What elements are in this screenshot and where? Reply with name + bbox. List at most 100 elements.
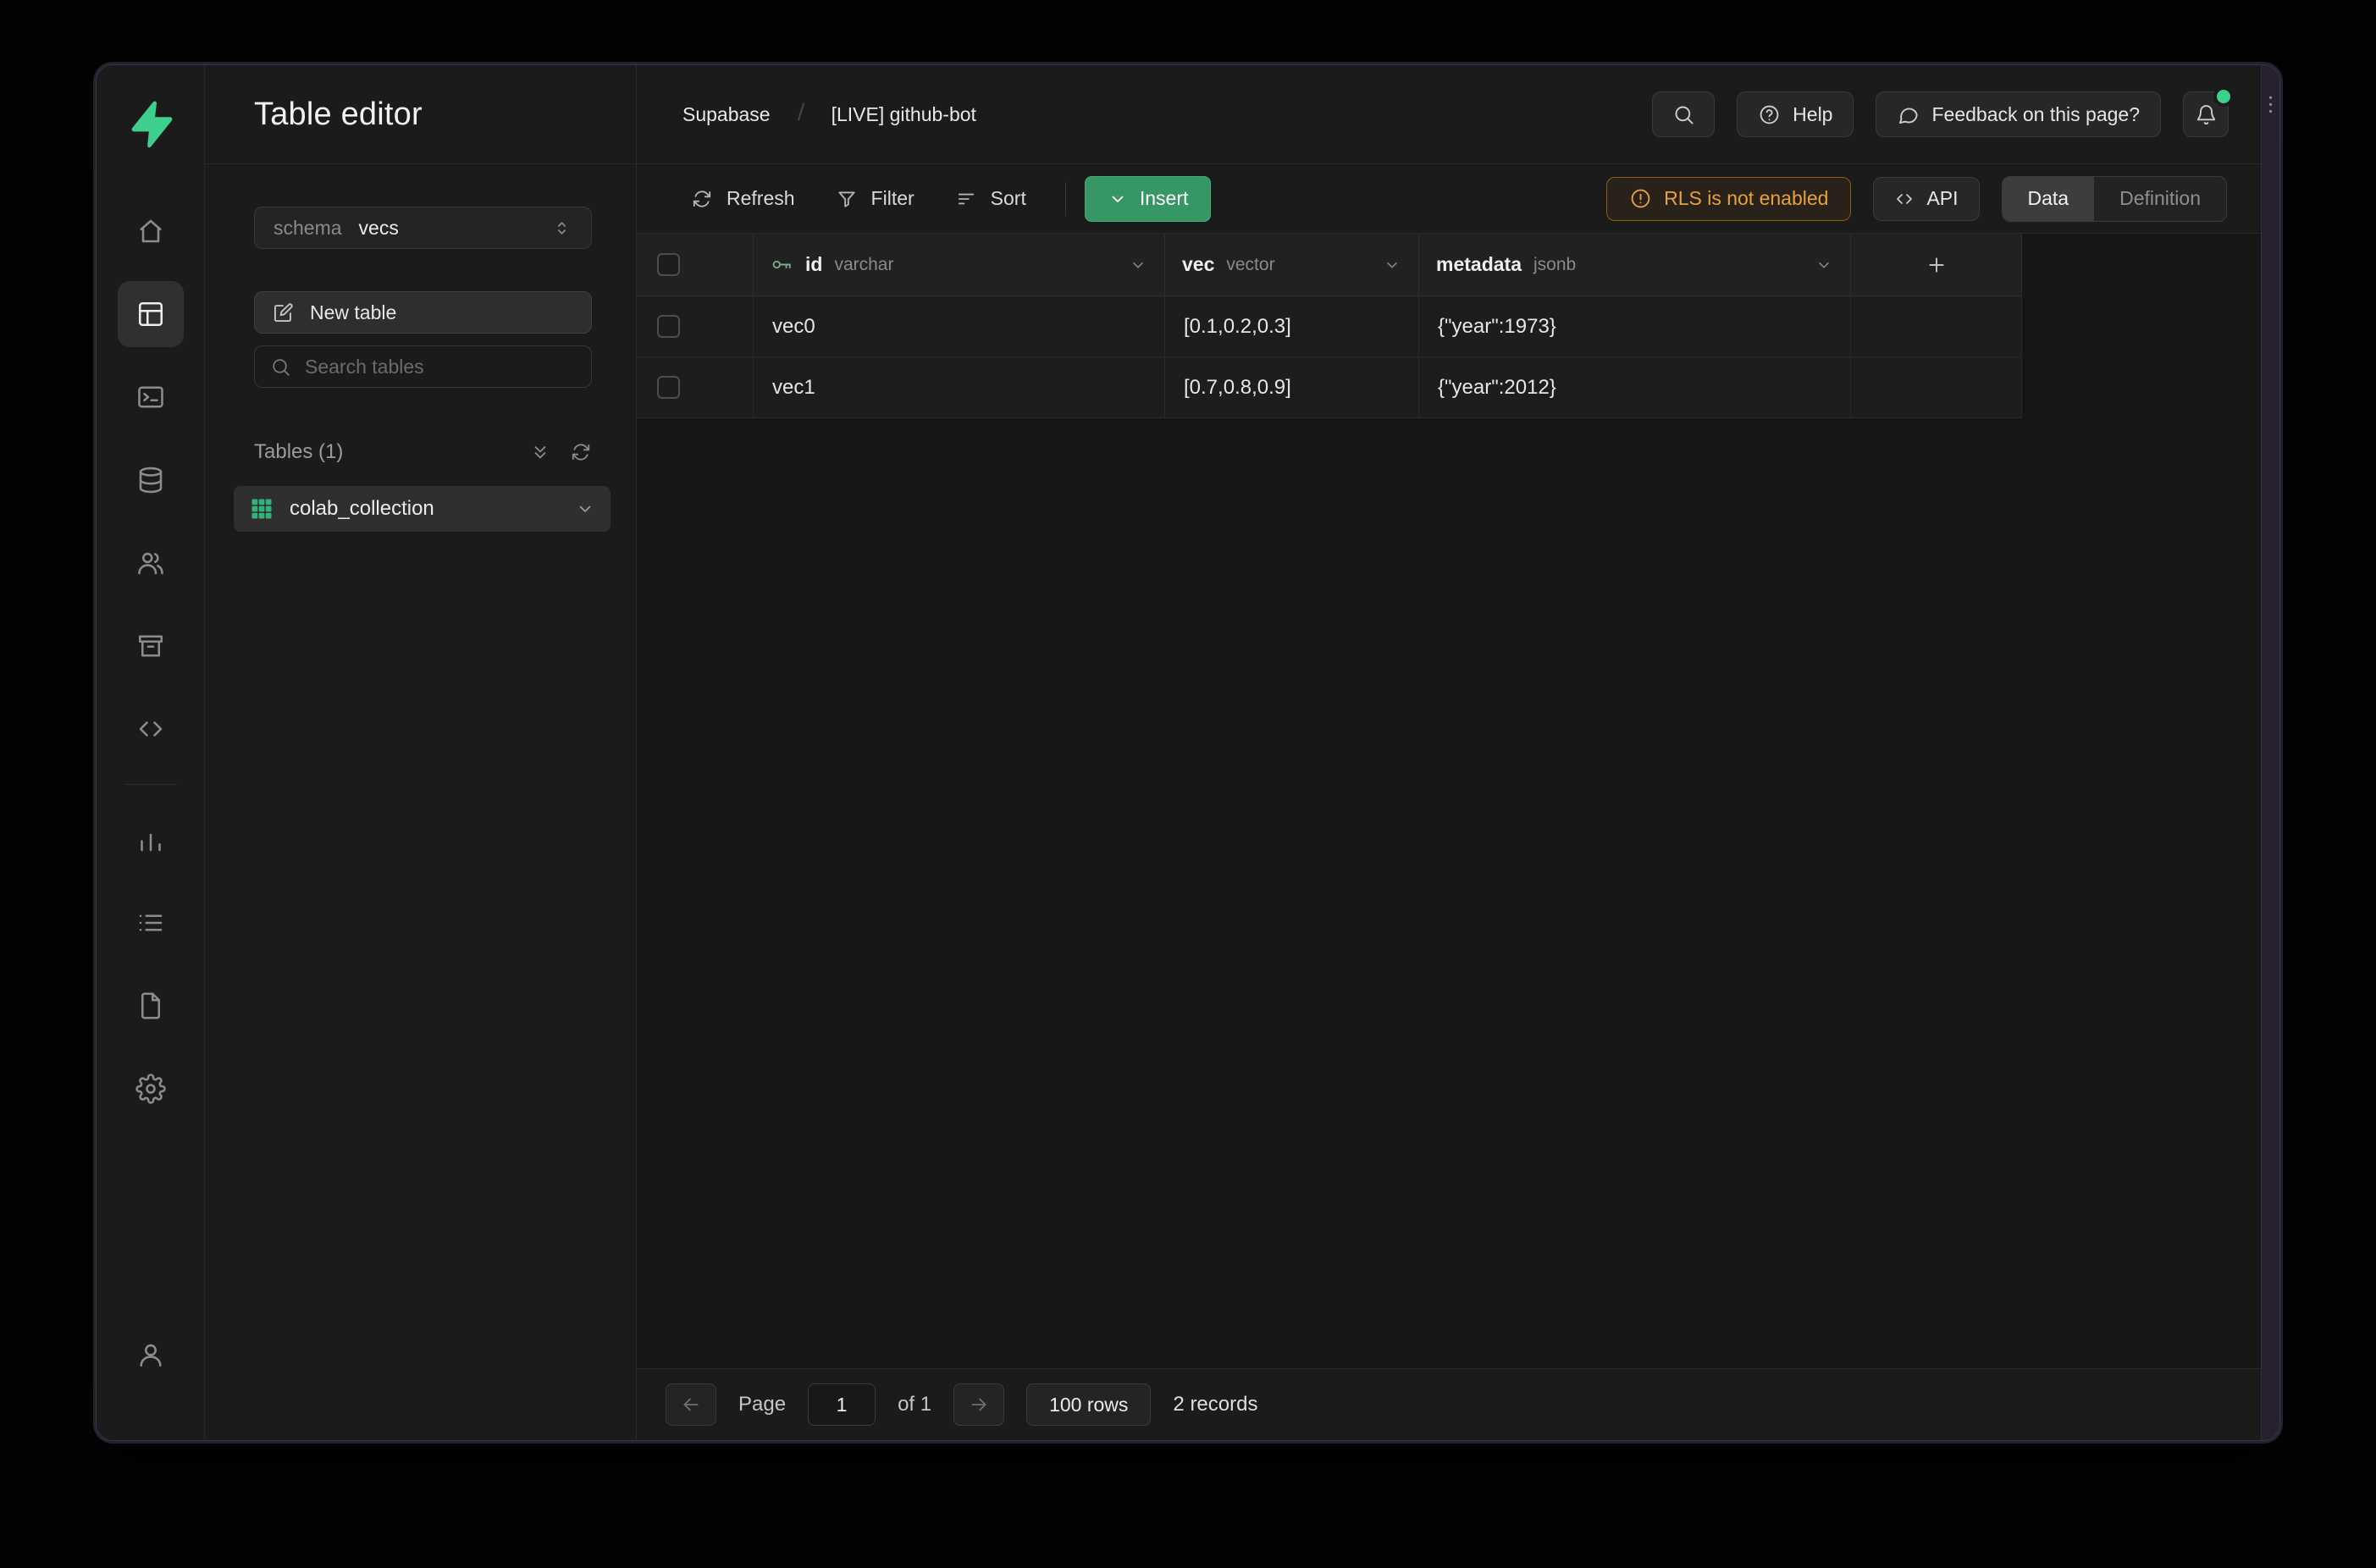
cell-id[interactable]: vec1 — [754, 357, 1165, 417]
sidebar-item-database[interactable] — [118, 447, 184, 513]
sidebar-item-home[interactable] — [118, 198, 184, 264]
filter-button[interactable]: Filter — [815, 175, 935, 223]
next-page-button[interactable] — [953, 1383, 1004, 1426]
table-row[interactable]: vec1 [0.7,0.8,0.9] {"year":2012} — [637, 357, 2022, 418]
sidebar-item-edge-functions[interactable] — [118, 696, 184, 762]
refresh-label: Refresh — [727, 187, 795, 210]
refresh-button[interactable]: Refresh — [671, 175, 815, 223]
arrow-right-icon — [968, 1394, 990, 1416]
edit-icon — [272, 301, 295, 324]
insert-button[interactable]: Insert — [1085, 176, 1212, 222]
sidebar-item-sql-editor[interactable] — [118, 364, 184, 430]
chevron-down-icon[interactable] — [1383, 256, 1401, 274]
cell-empty — [1851, 296, 2022, 356]
chevron-down-icon[interactable] — [575, 499, 595, 519]
primary-key-icon — [771, 253, 793, 276]
schema-label: schema — [274, 217, 342, 240]
tab-definition[interactable]: Definition — [2094, 177, 2226, 221]
sidebar-item-table-editor[interactable] — [118, 281, 184, 347]
list-icon — [135, 908, 166, 938]
table-grid-icon — [249, 496, 274, 522]
select-all-checkbox[interactable] — [657, 253, 680, 276]
arrow-left-icon — [680, 1394, 702, 1416]
help-circle-icon — [1758, 103, 1781, 126]
column-header-metadata[interactable]: metadata jsonb — [1419, 234, 1851, 295]
rls-warning-label: RLS is not enabled — [1664, 187, 1828, 210]
nav-rail — [97, 65, 205, 1440]
file-icon — [135, 991, 166, 1021]
row-checkbox[interactable] — [657, 315, 680, 338]
refresh-icon — [691, 188, 713, 210]
plus-icon — [1925, 253, 1948, 277]
column-header-vec[interactable]: vec vector — [1165, 234, 1419, 295]
tables-section-header: Tables (1) — [205, 440, 636, 464]
chevron-down-icon[interactable] — [1815, 256, 1833, 274]
breadcrumb-org[interactable]: Supabase — [682, 103, 771, 126]
refresh-tables-button[interactable] — [570, 441, 592, 463]
funnel-icon — [836, 188, 858, 210]
table-row[interactable]: vec0 [0.1,0.2,0.3] {"year":1973} — [637, 296, 2022, 357]
schema-select[interactable]: schema vecs — [254, 207, 592, 249]
sidebar-item-storage[interactable] — [118, 613, 184, 679]
sort-button[interactable]: Sort — [935, 175, 1047, 223]
users-icon — [135, 548, 166, 578]
more-options-icon[interactable] — [2264, 91, 2277, 124]
terminal-icon — [135, 382, 166, 412]
schema-value: vecs — [359, 217, 399, 240]
cell-vec[interactable]: [0.1,0.2,0.3] — [1165, 296, 1419, 356]
column-header-id[interactable]: id varchar — [754, 234, 1165, 295]
feedback-button[interactable]: Feedback on this page? — [1876, 91, 2161, 137]
new-table-button[interactable]: New table — [254, 291, 592, 334]
column-type: varchar — [834, 255, 893, 275]
table-editor-panel: Table editor schema vecs New table Table… — [205, 65, 637, 1440]
supabase-logo-icon[interactable] — [126, 99, 175, 152]
insert-label: Insert — [1140, 187, 1189, 210]
code-icon — [135, 714, 166, 744]
home-icon — [135, 216, 166, 246]
page-label: Page — [738, 1393, 786, 1416]
table-list-item[interactable]: colab_collection — [234, 486, 611, 532]
cell-metadata[interactable]: {"year":2012} — [1419, 357, 1851, 417]
chevron-down-icon[interactable] — [1129, 256, 1147, 274]
previous-page-button[interactable] — [666, 1383, 716, 1426]
rows-per-page-button[interactable]: 100 rows — [1026, 1383, 1151, 1426]
sidebar-item-logs[interactable] — [118, 890, 184, 956]
cell-id[interactable]: vec0 — [754, 296, 1165, 356]
column-name: id — [805, 253, 822, 276]
help-button[interactable]: Help — [1737, 91, 1854, 137]
speech-bubble-icon — [1897, 103, 1920, 126]
tab-data[interactable]: Data — [2003, 177, 2095, 221]
breadcrumb-separator — [789, 100, 813, 129]
breadcrumb-project[interactable]: [LIVE] github-bot — [832, 103, 976, 126]
search-tables-input[interactable] — [305, 356, 576, 378]
row-checkbox[interactable] — [657, 376, 680, 399]
api-button[interactable]: API — [1873, 177, 1979, 221]
feedback-label: Feedback on this page? — [1931, 103, 2140, 126]
tables-count-label: Tables (1) — [254, 440, 343, 464]
database-icon — [135, 465, 166, 495]
main-content: Supabase [LIVE] github-bot Help Feedback… — [637, 65, 2261, 1440]
grid-header-row: id varchar vec vector metadata jsonb — [637, 234, 2022, 296]
column-name: vec — [1182, 253, 1214, 276]
sidebar-item-settings[interactable] — [118, 1056, 184, 1122]
cell-vec[interactable]: [0.7,0.8,0.9] — [1165, 357, 1419, 417]
breadcrumb: Supabase [LIVE] github-bot — [682, 100, 976, 129]
notification-dot — [2213, 86, 2234, 107]
app-window: Table editor schema vecs New table Table… — [96, 64, 2280, 1441]
sidebar-item-reports[interactable] — [118, 807, 184, 873]
notifications-button[interactable] — [2183, 91, 2229, 137]
sidebar-item-docs[interactable] — [118, 973, 184, 1039]
global-search-button[interactable] — [1652, 91, 1715, 137]
add-column-button[interactable] — [1851, 234, 2022, 295]
rls-warning-badge[interactable]: RLS is not enabled — [1606, 177, 1851, 221]
page-number-input[interactable] — [808, 1383, 876, 1426]
collapse-all-button[interactable] — [529, 441, 551, 463]
cell-metadata[interactable]: {"year":1973} — [1419, 296, 1851, 356]
page-of-label: of 1 — [898, 1393, 931, 1416]
sidebar-item-auth[interactable] — [118, 530, 184, 596]
new-table-label: New table — [310, 301, 396, 324]
help-label: Help — [1793, 103, 1832, 126]
bar-chart-icon — [135, 825, 166, 855]
top-header: Supabase [LIVE] github-bot Help Feedback… — [637, 65, 2261, 164]
sidebar-item-account[interactable] — [118, 1322, 184, 1388]
